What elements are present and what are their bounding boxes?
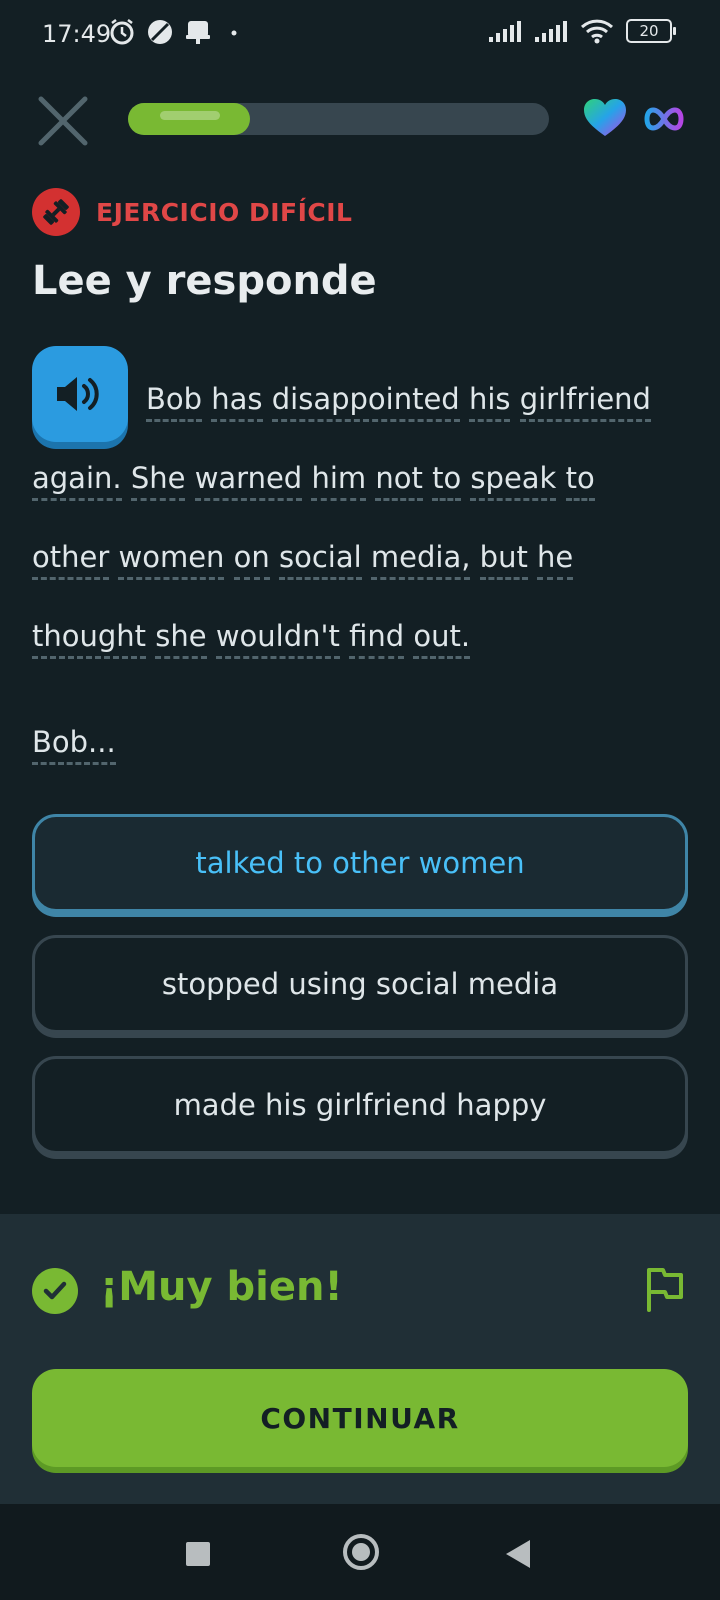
passage-word[interactable]: again. — [32, 461, 122, 501]
progress-bar — [128, 103, 549, 135]
question-prompt: Bob... — [32, 725, 116, 765]
reading-passage: Bob has disappointed his girlfriend agai… — [32, 360, 692, 676]
lesson-header — [0, 88, 720, 152]
passage-word[interactable]: she — [155, 619, 207, 659]
passage-line: thought she wouldn't find out. — [32, 597, 692, 676]
passage-word[interactable]: warned — [194, 461, 303, 501]
passage-word[interactable]: not — [375, 461, 423, 501]
battery-level: 20 — [639, 22, 659, 40]
battery-icon: 20 — [626, 19, 676, 43]
answer-option-label: talked to other women — [195, 846, 525, 880]
feedback-panel: ¡Muy bien! CONTINUAR — [0, 1214, 720, 1504]
passage-word[interactable]: out. — [413, 619, 471, 659]
check-icon — [32, 1268, 78, 1314]
passage-word[interactable]: other — [32, 540, 110, 580]
flag-icon[interactable] — [644, 1264, 686, 1312]
passage-word[interactable]: media, — [370, 540, 471, 580]
answer-option[interactable]: made his girlfriend happy — [32, 1056, 688, 1154]
answer-option[interactable]: stopped using social media — [32, 935, 688, 1033]
passage-word[interactable]: his — [468, 382, 511, 422]
answer-option[interactable]: talked to other women — [32, 814, 688, 912]
continue-label: CONTINUAR — [260, 1401, 460, 1435]
status-icons-right: 20 — [488, 18, 676, 44]
signal-icon — [535, 21, 567, 42]
passage-word[interactable]: She — [130, 461, 186, 501]
answer-option-label: stopped using social media — [161, 967, 559, 1001]
dumbbell-icon — [32, 188, 80, 236]
passage-word[interactable]: disappointed — [271, 382, 460, 422]
passage-word[interactable]: but — [479, 540, 528, 580]
feedback-message: ¡Muy bien! — [100, 1264, 343, 1310]
progress-shine — [160, 111, 220, 120]
close-icon[interactable] — [36, 94, 90, 148]
passage-word[interactable]: on — [233, 540, 270, 580]
passage-word[interactable]: to — [432, 461, 462, 501]
passage-word[interactable]: Bob — [146, 382, 203, 422]
exercise-title: Lee y responde — [32, 258, 377, 304]
continue-button[interactable]: CONTINUAR — [32, 1369, 688, 1467]
status-icons-left — [108, 18, 246, 46]
status-bar: 17:49 20 — [0, 0, 720, 70]
dot-icon — [231, 30, 237, 36]
passage-word[interactable]: wouldn't — [215, 619, 340, 659]
hard-exercise-label: EJERCICIO DIFÍCIL — [96, 197, 353, 227]
leaf-icon — [148, 20, 172, 44]
system-nav-bar — [0, 1504, 720, 1600]
alarm-icon — [110, 19, 134, 45]
wifi-icon — [580, 19, 614, 44]
passage-word[interactable]: has — [211, 382, 263, 422]
passage-word[interactable]: to — [565, 461, 595, 501]
passage-word[interactable]: social — [278, 540, 362, 580]
prompt-text[interactable]: Bob... — [32, 725, 116, 765]
passage-word[interactable]: thought — [32, 619, 147, 659]
status-time: 17:49 — [42, 20, 112, 48]
passage-word[interactable]: him — [311, 461, 367, 501]
infinity-icon[interactable] — [644, 106, 684, 132]
passage-word[interactable]: speak — [470, 461, 557, 501]
passage-line: again. She warned him not to speak to — [32, 439, 692, 518]
notification-icon — [186, 21, 210, 44]
home-icon[interactable] — [343, 1534, 379, 1570]
progress-fill — [128, 103, 251, 135]
signal-icon — [489, 21, 521, 42]
passage-word[interactable]: girlfriend — [519, 382, 651, 422]
hard-exercise-badge: EJERCICIO DIFÍCIL — [32, 188, 352, 236]
passage-line: Bob has disappointed his girlfriend — [32, 360, 692, 439]
recents-icon[interactable] — [186, 1542, 210, 1566]
passage-word[interactable]: he — [537, 540, 574, 580]
passage-word[interactable]: women — [118, 540, 225, 580]
heart-icon[interactable] — [583, 98, 627, 138]
back-icon[interactable] — [506, 1540, 530, 1568]
passage-word[interactable]: find — [349, 619, 405, 659]
answer-option-label: made his girlfriend happy — [173, 1088, 547, 1122]
passage-line: other women on social media, but he — [32, 518, 692, 597]
